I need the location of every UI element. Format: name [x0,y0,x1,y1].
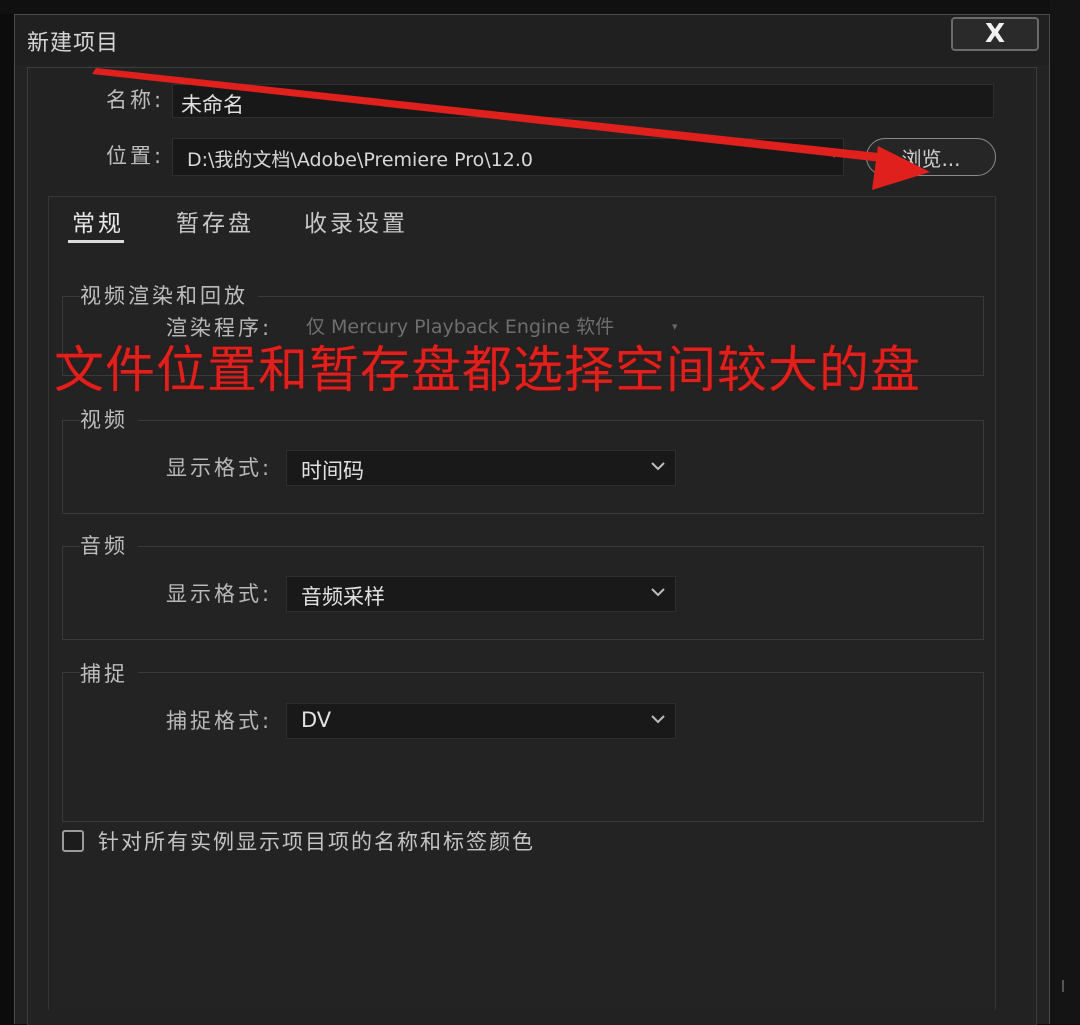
annotation-arrow-icon [92,68,930,190]
